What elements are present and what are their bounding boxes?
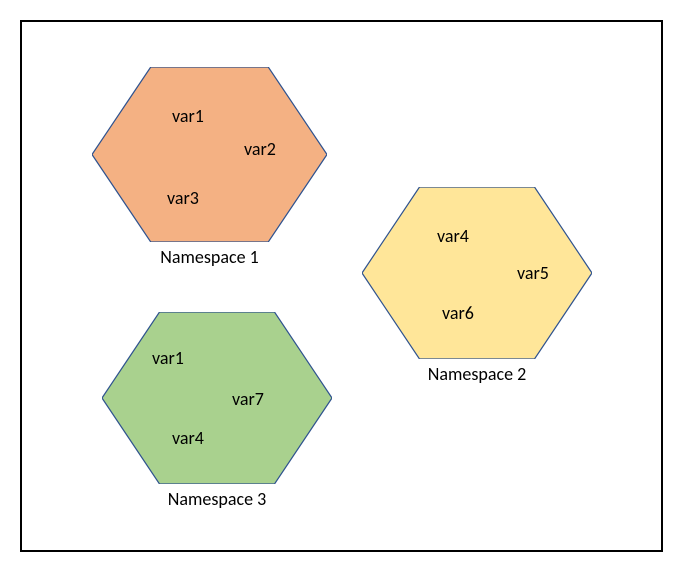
namespace-hexagon-3: var1 var7 var4 Namespace 3 [102, 312, 332, 514]
namespace-hexagon-1: var1 var2 var3 Namespace 1 [92, 67, 327, 272]
diagram-canvas: var1 var2 var3 Namespace 1 var4 var5 var6 Names… [20, 20, 663, 552]
namespace-title: Namespace 1 [92, 246, 327, 268]
variable-label: var7 [232, 388, 264, 410]
hexagon-shape-icon [362, 187, 592, 359]
namespace-title: Namespace 2 [362, 363, 592, 385]
variable-label: var4 [172, 427, 204, 449]
variable-label: var1 [172, 105, 204, 127]
variable-label: var2 [244, 138, 276, 160]
hexagon-shape-icon [92, 67, 327, 242]
variable-label: var3 [167, 187, 199, 209]
namespace-title: Namespace 3 [102, 488, 332, 510]
variable-label: var5 [517, 262, 549, 284]
variable-label: var1 [152, 347, 184, 369]
namespace-hexagon-2: var4 var5 var6 Namespace 2 [362, 187, 592, 389]
hexagon-shape-icon [102, 312, 332, 484]
variable-label: var6 [442, 302, 474, 324]
variable-label: var4 [437, 225, 469, 247]
